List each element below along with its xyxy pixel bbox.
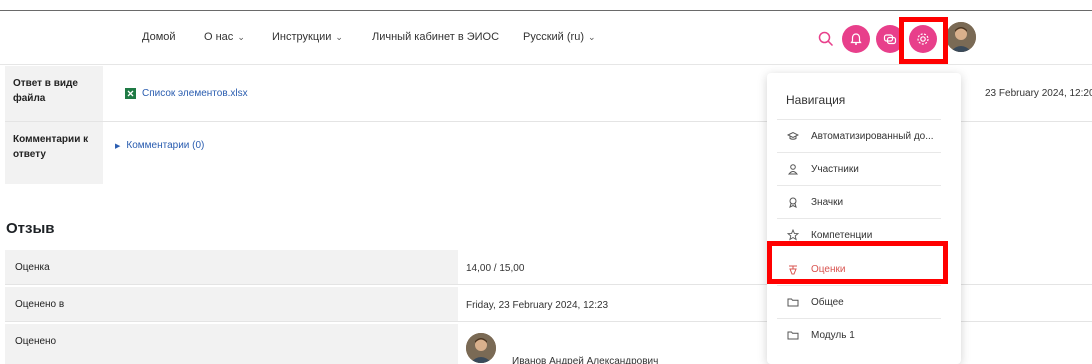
- nav-language-label: Русский (ru): [523, 31, 584, 43]
- chevron-down-icon: ⌄: [587, 31, 596, 42]
- dropdown-title: Навигация: [786, 93, 846, 107]
- nav-instructions-label: Инструкции: [272, 31, 332, 43]
- settings-highlight-box: [899, 17, 948, 64]
- chevron-down-icon: ⌄: [237, 31, 245, 42]
- file-link[interactable]: Список элементов.xlsx: [125, 88, 248, 99]
- graded-by-label: Оценено: [5, 324, 458, 364]
- dropdown-item-participants[interactable]: Участники: [777, 152, 941, 185]
- chevron-down-icon: ⌄: [335, 31, 343, 42]
- grade-label: Оценка: [5, 250, 458, 284]
- badge-icon: [787, 196, 799, 208]
- file-name: Список элементов.xlsx: [142, 88, 248, 99]
- file-submission-label: Ответ в виде файла: [5, 66, 103, 121]
- dropdown-item-module-1[interactable]: Модуль 1: [777, 318, 941, 351]
- star-icon: [787, 229, 799, 241]
- triangle-right-icon: ▶: [115, 143, 121, 150]
- dropdown-item-label: Участники: [811, 163, 859, 175]
- nav-language[interactable]: Русский (ru) ⌄: [523, 31, 596, 43]
- chat-icon: [883, 34, 897, 45]
- nav-instructions[interactable]: Инструкции ⌄: [272, 31, 343, 43]
- graded-on-value: Friday, 23 February 2024, 12:23: [466, 300, 609, 311]
- nav-home-label: Домой: [142, 31, 176, 43]
- bell-icon: [850, 33, 862, 45]
- dropdown-item-course[interactable]: Автоматизированный до...: [777, 119, 941, 152]
- dropdown-item-label: Модуль 1: [811, 329, 855, 341]
- navigation-dropdown: Навигация Автоматизированный до... Участ…: [767, 73, 961, 364]
- file-modified-date: 23 February 2024, 12:20: [985, 88, 1092, 99]
- nav-cabinet[interactable]: Личный кабинет в ЭИОС: [372, 31, 499, 43]
- nav-cabinet-label: Личный кабинет в ЭИОС: [372, 31, 500, 43]
- grader-avatar[interactable]: [466, 333, 496, 363]
- folder-icon: [787, 296, 799, 308]
- dropdown-item-general[interactable]: Общее: [777, 285, 941, 318]
- comments-label: Комментарии к ответу: [5, 122, 103, 184]
- grades-highlight-box: [767, 241, 948, 284]
- dropdown-item-label: Компетенции: [811, 229, 873, 241]
- grader-name[interactable]: Иванов Андрей Александрович: [512, 356, 658, 364]
- dropdown-item-label: Общее: [811, 296, 844, 308]
- comments-link[interactable]: ▶ Комментарии (0): [115, 140, 204, 151]
- dropdown-item-badges[interactable]: Значки: [777, 185, 941, 218]
- dropdown-item-label: Автоматизированный до...: [811, 130, 934, 142]
- users-icon: [787, 163, 799, 175]
- nav-about-label: О нас: [204, 31, 234, 43]
- dropdown-item-label: Значки: [811, 196, 844, 208]
- user-avatar[interactable]: [946, 22, 976, 52]
- excel-file-icon: [125, 88, 136, 99]
- graduation-cap-icon: [787, 130, 799, 142]
- graded-on-label: Оценено в: [5, 287, 458, 321]
- grade-value: 14,00 / 15,00: [466, 263, 525, 274]
- nav-home[interactable]: Домой: [142, 31, 176, 43]
- comments-link-label: Комментарии (0): [126, 140, 205, 151]
- nav-about[interactable]: О нас ⌄: [204, 31, 245, 43]
- notifications-button[interactable]: [842, 25, 870, 53]
- search-icon[interactable]: [817, 30, 835, 48]
- folder-icon: [787, 329, 799, 341]
- feedback-title: Отзыв: [6, 220, 55, 237]
